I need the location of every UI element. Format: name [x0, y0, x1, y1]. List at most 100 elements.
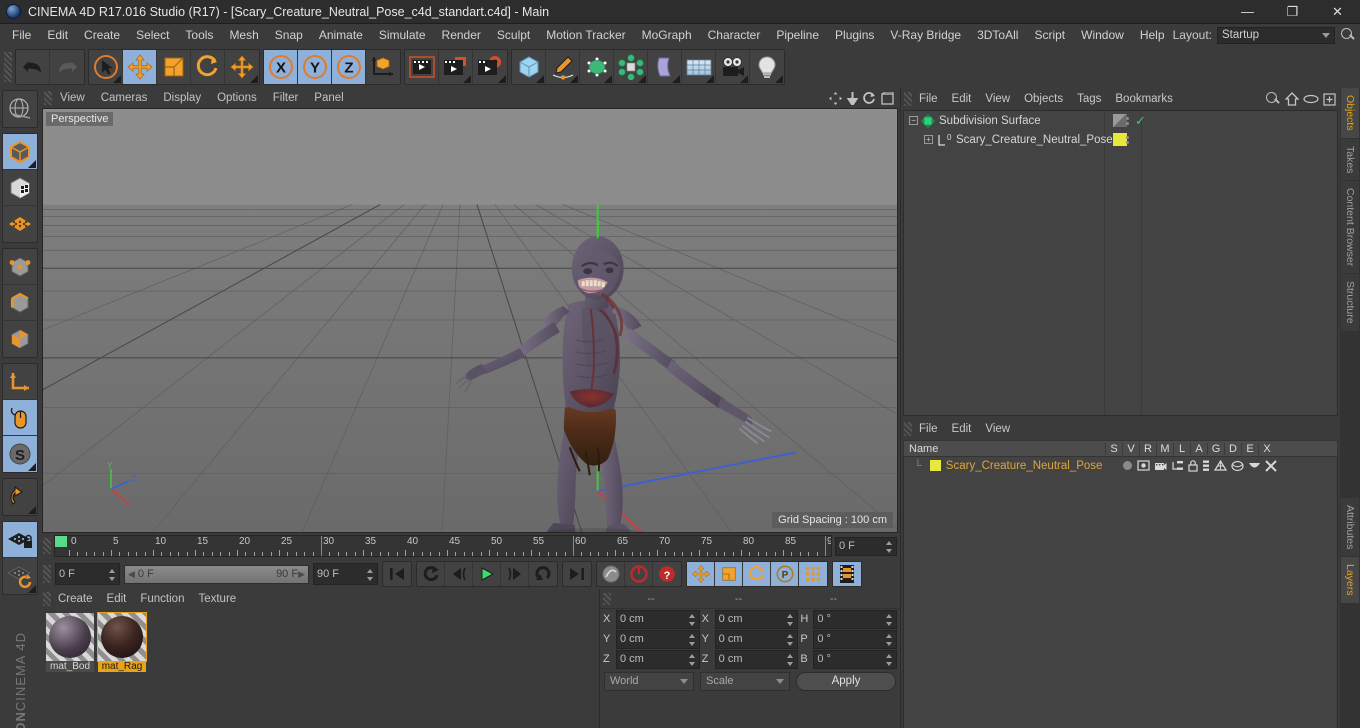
viewport-grip[interactable]: [44, 91, 52, 105]
column-header-s[interactable]: S: [1105, 442, 1122, 455]
autokey-curve-icon[interactable]: [597, 562, 625, 586]
object-row-scary-creature[interactable]: + 0 Scary_Creature_Neutral_Pose: [904, 130, 1337, 149]
spinner-icon[interactable]: [886, 613, 893, 626]
playback-grip[interactable]: [43, 565, 51, 583]
ellipse-icon[interactable]: [1303, 94, 1319, 104]
menu-item-character[interactable]: Character: [700, 26, 769, 44]
render-settings-icon[interactable]: [473, 50, 507, 84]
record-icon[interactable]: [625, 562, 653, 586]
current-frame-input[interactable]: 0 F: [55, 563, 120, 585]
menu-item-render[interactable]: Render: [434, 26, 489, 44]
render-icon[interactable]: [1154, 460, 1167, 471]
maximize-button[interactable]: ❐: [1270, 0, 1315, 24]
column-header-e[interactable]: E: [1241, 442, 1258, 455]
timeline-grip[interactable]: [43, 538, 51, 554]
timeline-ruler[interactable]: 0 5 10 15 20 25 30 35 40 45 50 55 60 65 70 75 80 85 90: [54, 535, 832, 557]
column-header-r[interactable]: R: [1139, 442, 1156, 455]
cube-primitive-icon[interactable]: [512, 50, 546, 84]
z-axis-icon[interactable]: Z: [332, 50, 366, 84]
spinner-icon[interactable]: [688, 613, 696, 626]
viewport-menu-cameras[interactable]: Cameras: [93, 91, 156, 105]
coordinate-mode-select[interactable]: Scale: [700, 671, 790, 691]
menu-item-tools[interactable]: Tools: [177, 26, 221, 44]
lock-workplane-icon[interactable]: [3, 522, 37, 558]
material-menu-function[interactable]: Function: [133, 592, 191, 606]
layer-table-body[interactable]: └ Scary_Creature_Neutral_Pose: [903, 457, 1338, 728]
scale-icon[interactable]: [157, 50, 191, 84]
goto-start-icon[interactable]: [383, 562, 411, 586]
column-header-d[interactable]: D: [1224, 442, 1241, 455]
animation-icon[interactable]: [1202, 460, 1210, 472]
object-tree[interactable]: − Subdivision Surface ✓ + 0 Scary_Creatu…: [903, 110, 1338, 416]
generator-icon[interactable]: [1214, 459, 1227, 472]
y-axis-icon[interactable]: Y: [298, 50, 332, 84]
menu-item-animate[interactable]: Animate: [311, 26, 371, 44]
coord-size-z-input[interactable]: 0 cm: [714, 649, 799, 669]
next-key-icon[interactable]: [501, 562, 529, 586]
menu-item-snap[interactable]: Snap: [267, 26, 311, 44]
key-param-icon[interactable]: P: [771, 562, 799, 586]
visible-icon[interactable]: [1137, 460, 1150, 471]
lm-menu-file[interactable]: File: [912, 421, 945, 437]
om-menu-edit[interactable]: Edit: [945, 91, 979, 107]
toolbar-grip[interactable]: [4, 52, 12, 82]
menu-item-3dtoall[interactable]: 3DToAll: [969, 26, 1026, 44]
key-position-icon[interactable]: [687, 562, 715, 586]
object-manager-grip[interactable]: [904, 92, 912, 106]
zoom-dolly-icon[interactable]: [847, 91, 858, 105]
menu-item-motion-tracker[interactable]: Motion Tracker: [538, 26, 633, 44]
coord-position-z-input[interactable]: 0 cm: [616, 649, 700, 669]
coord-rotation-b-input[interactable]: 0 °: [813, 649, 898, 669]
om-menu-objects[interactable]: Objects: [1017, 91, 1070, 107]
material-menu-create[interactable]: Create: [51, 592, 100, 606]
column-header-v[interactable]: V: [1122, 442, 1139, 455]
home-icon[interactable]: [1285, 92, 1299, 106]
viewport-globe-icon[interactable]: [3, 91, 37, 127]
new-layout-icon[interactable]: [1323, 92, 1336, 106]
x-axis-icon[interactable]: X: [264, 50, 298, 84]
lock-icon[interactable]: [1188, 459, 1198, 472]
spinner-icon[interactable]: [886, 633, 893, 646]
coord-size-y-input[interactable]: 0 cm: [714, 629, 799, 649]
move-icon[interactable]: [123, 50, 157, 84]
axis-modify-icon[interactable]: [3, 364, 37, 400]
column-header-g[interactable]: G: [1207, 442, 1224, 455]
coord-position-x-input[interactable]: 0 cm: [616, 609, 700, 629]
object-tag-icon[interactable]: [1113, 114, 1127, 127]
om-menu-view[interactable]: View: [978, 91, 1017, 107]
menu-item-select[interactable]: Select: [128, 26, 177, 44]
menu-item-help[interactable]: Help: [1132, 26, 1173, 44]
material-item[interactable]: mat_Rag: [97, 612, 147, 672]
coord-size-x-input[interactable]: 0 cm: [714, 609, 799, 629]
column-header-m[interactable]: M: [1156, 442, 1173, 455]
autokeyframe-icon[interactable]: ?: [653, 562, 681, 586]
redo-icon[interactable]: [50, 50, 84, 84]
object-row-subdivision-surface[interactable]: − Subdivision Surface ✓: [904, 111, 1337, 130]
spinner-icon[interactable]: [787, 633, 794, 646]
layout-select[interactable]: Startup: [1217, 26, 1335, 44]
column-header-l[interactable]: L: [1173, 442, 1190, 455]
viewport-solo-icon[interactable]: [3, 400, 37, 436]
key-pla-icon[interactable]: [799, 562, 827, 586]
camera-icon[interactable]: [716, 50, 750, 84]
visibility-dots-icon[interactable]: [1126, 135, 1129, 144]
texture-axis-icon[interactable]: [3, 170, 37, 206]
column-header-x[interactable]: X: [1258, 442, 1275, 455]
viewport-menu-options[interactable]: Options: [209, 91, 265, 105]
side-tab-takes[interactable]: Takes: [1341, 138, 1359, 181]
viewport-3d[interactable]: Perspective Y X Z Grid Spacing: 100 cm: [42, 108, 898, 533]
material-menu-texture[interactable]: Texture: [191, 592, 243, 606]
side-tab-content-browser[interactable]: Content Browser: [1341, 181, 1359, 274]
menu-item-mesh[interactable]: Mesh: [221, 26, 266, 44]
live-selection-icon[interactable]: [89, 50, 123, 84]
spinner-icon[interactable]: [367, 569, 374, 581]
apply-button[interactable]: Apply: [796, 671, 896, 691]
side-tab-attributes[interactable]: Attributes: [1341, 498, 1359, 557]
side-tab-structure[interactable]: Structure: [1341, 274, 1359, 331]
spinner-icon[interactable]: [688, 653, 696, 666]
layer-row[interactable]: └ Scary_Creature_Neutral_Pose: [904, 457, 1337, 474]
layer-manager-grip[interactable]: [904, 422, 912, 436]
om-menu-bookmarks[interactable]: Bookmarks: [1108, 91, 1180, 107]
menu-item-sculpt[interactable]: Sculpt: [489, 26, 538, 44]
loop-icon[interactable]: [417, 562, 445, 586]
